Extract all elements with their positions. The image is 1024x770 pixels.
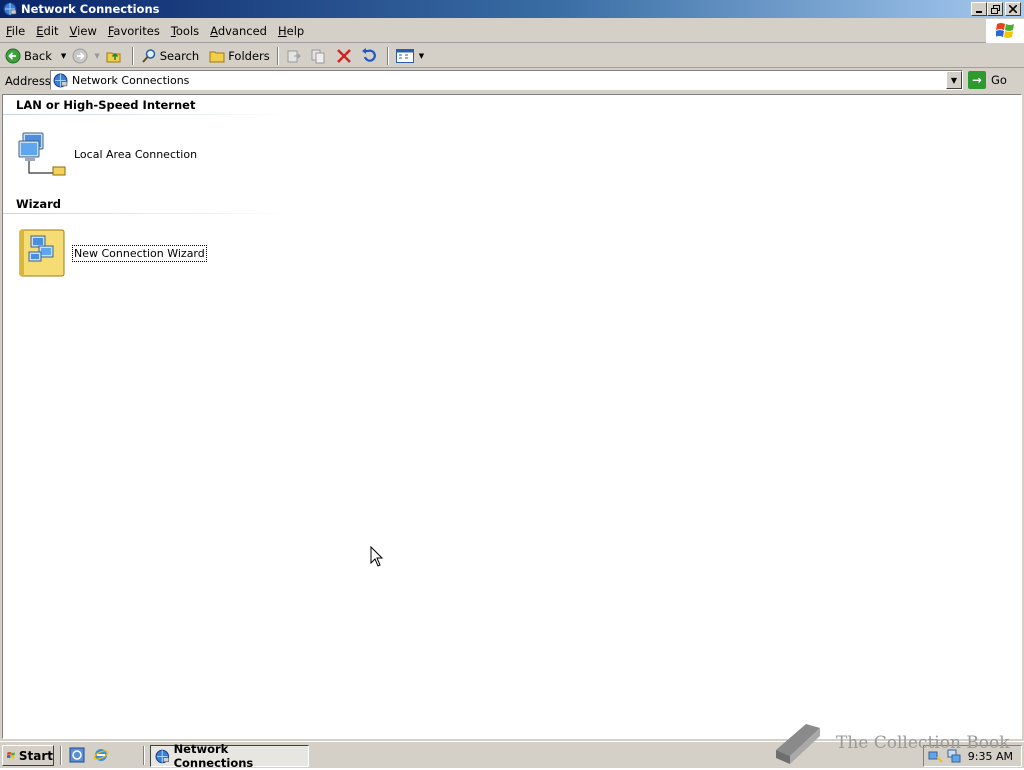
search-button[interactable]: Search: [138, 45, 203, 67]
close-button[interactable]: [1005, 2, 1021, 16]
back-dropdown-icon[interactable]: ▼: [61, 52, 66, 60]
toolbar-separator: [276, 46, 279, 65]
group-header-wizard: Wizard: [16, 197, 61, 211]
forward-button[interactable]: ▼: [69, 45, 102, 67]
move-to-button[interactable]: [283, 45, 308, 67]
windows-logo: [986, 19, 1024, 43]
taskbar-button-network-connections[interactable]: Network Connections: [150, 742, 309, 770]
watermark: The Collection Book: [772, 720, 1010, 766]
folders-label: Folders: [228, 48, 270, 63]
search-label: Search: [159, 48, 200, 63]
copy-to-icon: [311, 49, 325, 63]
back-label: Back: [24, 48, 52, 63]
folders-button[interactable]: Folders: [206, 45, 273, 67]
address-bar: Address Network Connections ▼ → Go: [0, 69, 1024, 92]
views-icon: [395, 48, 414, 63]
folders-icon: [209, 51, 225, 62]
new-connection-wizard-label: New Connection Wizard: [72, 244, 207, 262]
go-arrow-icon: →: [968, 71, 986, 89]
up-folder-icon: [106, 52, 121, 62]
quicklaunch-separator: [60, 746, 62, 765]
explorer-window: Network Connections File Edit View Favor…: [0, 0, 1024, 741]
menu-bar: File Edit View Favorites Tools Advanced …: [0, 19, 1024, 43]
connection-wizard-icon: [19, 229, 65, 277]
taskbar-button-label: Network Connections: [173, 742, 254, 770]
new-connection-wizard-item[interactable]: New Connection Wizard: [17, 228, 207, 278]
folder-content-pane[interactable]: LAN or High-Speed Internet Local Area Co…: [2, 94, 1022, 739]
menu-favorites[interactable]: Favorites: [103, 24, 165, 38]
delete-button[interactable]: [333, 45, 358, 67]
group-divider: [3, 213, 293, 214]
search-icon: [141, 48, 155, 63]
toolbar-separator: [131, 46, 134, 65]
book-icon: [776, 724, 820, 764]
minimize-icon: [976, 11, 982, 13]
undo-icon: [361, 47, 376, 62]
copy-to-button[interactable]: [308, 45, 333, 67]
title-bar[interactable]: Network Connections: [0, 0, 1024, 18]
server-management-icon[interactable]: [69, 747, 85, 763]
network-connections-icon: [3, 2, 17, 16]
menu-edit[interactable]: Edit: [31, 24, 63, 38]
restore-icon: [990, 4, 1000, 14]
start-button[interactable]: Start: [2, 745, 54, 766]
address-input[interactable]: Network Connections ▼: [50, 70, 963, 90]
go-label: Go: [991, 73, 1007, 87]
restore-button[interactable]: [987, 2, 1003, 16]
toolbar-separator: [386, 46, 389, 65]
local-area-connection-label: Local Area Connection: [74, 147, 198, 161]
back-button[interactable]: Back ▼: [2, 45, 69, 67]
chevron-down-icon: ▼: [950, 75, 958, 85]
back-arrow-icon: [5, 48, 21, 63]
menu-help[interactable]: Help: [273, 24, 309, 38]
quicklaunch-separator: [143, 746, 145, 765]
windows-flag-icon: [995, 23, 1014, 38]
move-to-icon: [287, 50, 301, 62]
forward-arrow-icon: [72, 48, 88, 63]
delete-x-icon: [336, 48, 351, 63]
go-button[interactable]: → Go: [968, 70, 1007, 90]
address-value: Network Connections: [72, 73, 190, 87]
windows-flag-icon: [7, 751, 15, 759]
menu-view[interactable]: View: [65, 24, 102, 38]
watermark-text: The Collection Book: [836, 733, 1010, 753]
network-connections-icon: [53, 73, 68, 87]
standard-toolbar: Back ▼ ▼ Search Folders ▼: [0, 44, 1024, 68]
group-header-lan: LAN or High-Speed Internet: [16, 98, 196, 112]
forward-dropdown-icon[interactable]: ▼: [94, 52, 99, 60]
menu-advanced[interactable]: Advanced: [205, 24, 272, 38]
views-button[interactable]: ▼: [393, 45, 427, 67]
menu-tools[interactable]: Tools: [166, 24, 204, 38]
minimize-button[interactable]: [971, 2, 987, 16]
up-folder-button[interactable]: [103, 45, 128, 67]
views-dropdown-icon[interactable]: ▼: [419, 52, 424, 60]
address-dropdown-button[interactable]: ▼: [946, 71, 962, 89]
undo-button[interactable]: [358, 45, 383, 67]
lan-connection-icon: [18, 132, 66, 176]
mouse-pointer-icon: [370, 546, 384, 567]
address-label: Address: [5, 73, 51, 88]
network-connections-icon: [155, 749, 170, 763]
window-title: Network Connections: [21, 2, 160, 16]
close-icon: [1009, 5, 1017, 13]
local-area-connection-item[interactable]: Local Area Connection: [17, 129, 198, 179]
group-divider: [3, 114, 293, 115]
start-label: Start: [18, 748, 53, 763]
menu-file[interactable]: File: [1, 24, 30, 38]
internet-explorer-icon[interactable]: [93, 747, 109, 763]
